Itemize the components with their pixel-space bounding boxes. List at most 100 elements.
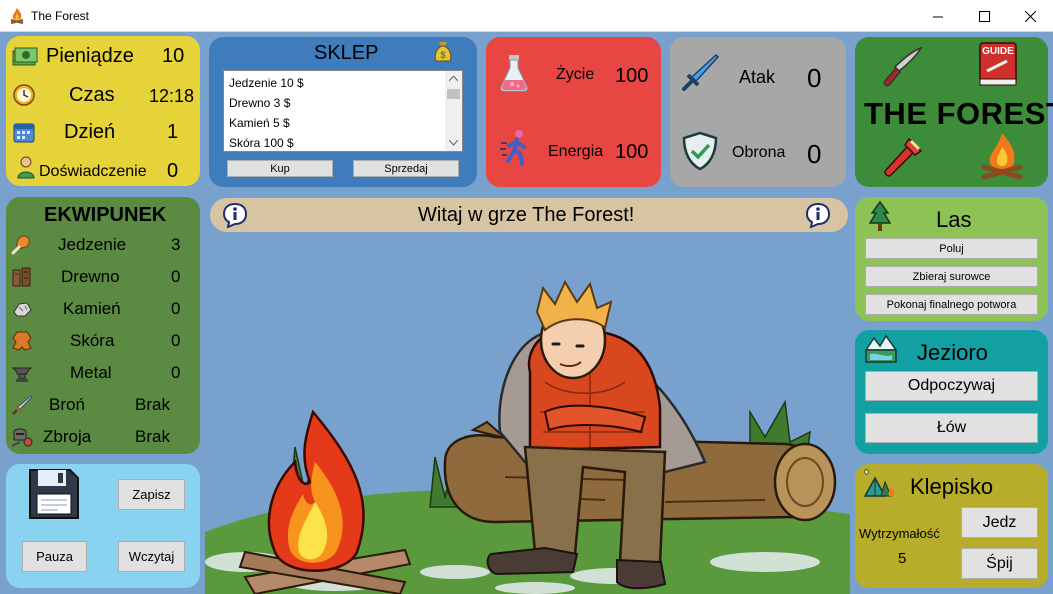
stamina-label: Wytrzymałość xyxy=(859,526,940,541)
calendar-icon xyxy=(13,123,35,143)
inventory-value-weapon: Brak xyxy=(135,395,170,414)
stats-panel: Pieniądze 10 Czas 12:18 Dzień 1 Doświadc… xyxy=(6,36,200,186)
energy-label: Energia xyxy=(548,143,604,160)
armor-icon xyxy=(11,428,33,447)
shop-listbox[interactable]: Jedzenie 10 $ Drewno 3 $ Kamień 5 $ Skór… xyxy=(223,70,463,152)
minimize-icon xyxy=(932,16,943,17)
wood-icon xyxy=(12,267,31,287)
experience-icon xyxy=(17,156,35,179)
xp-value: 0 xyxy=(167,160,179,182)
shop-panel: SKLEP $ Jedzenie 10 $ Drewno 3 $ Kamień … xyxy=(209,37,477,187)
flashlight-icon xyxy=(884,137,923,177)
inventory-title: EKWIPUNEK xyxy=(44,204,167,226)
camp-title: Klepisko xyxy=(910,474,994,499)
shop-item-food[interactable]: Jedzenie 10 $ xyxy=(229,76,304,90)
inventory-value-food: 3 xyxy=(171,235,181,254)
attack-label: Atak xyxy=(739,67,776,87)
inventory-label-weapon: Broń xyxy=(49,395,85,414)
info-left-icon[interactable] xyxy=(222,202,248,228)
stone-icon xyxy=(13,302,32,317)
sell-button[interactable]: Sprzedaj xyxy=(353,160,459,177)
guide-text: GUIDE xyxy=(982,46,1014,57)
gather-button[interactable]: Zbieraj surowce xyxy=(865,266,1038,287)
lake-panel: Jezioro Odpoczywaj Łów xyxy=(855,330,1048,454)
shield-icon xyxy=(682,131,718,171)
save-button[interactable]: Zapisz xyxy=(118,479,185,510)
scene-illustration xyxy=(205,232,850,594)
runner-icon xyxy=(500,130,526,166)
close-icon xyxy=(1024,10,1036,22)
sword-icon xyxy=(682,53,720,91)
inventory-label-armor: Zbroja xyxy=(43,427,92,446)
inventory-value-stone: 0 xyxy=(171,299,181,318)
lake-title: Jezioro xyxy=(917,340,988,365)
money-icon xyxy=(12,47,38,66)
shop-item-stone[interactable]: Kamień 5 $ xyxy=(229,116,290,130)
shop-scrollbar[interactable] xyxy=(445,71,462,151)
fish-button[interactable]: Łów xyxy=(865,413,1038,443)
defense-label: Obrona xyxy=(732,144,786,161)
pause-button[interactable]: Pauza xyxy=(22,541,87,572)
hunt-button[interactable]: Poluj xyxy=(865,238,1038,259)
vitals-panel: Życie 100 Energia 100 xyxy=(486,37,661,187)
maximize-button[interactable] xyxy=(961,0,1007,32)
camp-panel: Klepisko Wytrzymałość 5 Jedz Śpij xyxy=(855,464,1048,588)
attack-value: 0 xyxy=(807,63,822,93)
camp-icon xyxy=(863,469,895,497)
inventory-value-wood: 0 xyxy=(171,267,181,286)
life-value: 100 xyxy=(615,65,649,87)
weapon-icon xyxy=(12,395,33,415)
message-text: Witaj w grze The Forest! xyxy=(418,204,635,226)
scroll-up-icon[interactable] xyxy=(449,76,458,82)
system-panel: Zapisz Pauza Wczytaj xyxy=(6,464,200,588)
inventory-label-stone: Kamień xyxy=(63,299,121,318)
logo-text: THE FOREST xyxy=(864,96,1053,131)
inventory-value-metal: 0 xyxy=(171,363,181,382)
inventory-value-armor: Brak xyxy=(135,427,170,446)
final-boss-button[interactable]: Pokonaj finalnego potwora xyxy=(865,294,1038,315)
lake-icon xyxy=(864,334,898,363)
guide-book-icon: GUIDE xyxy=(979,42,1017,86)
inventory-label-wood: Drewno xyxy=(61,267,120,286)
close-button[interactable] xyxy=(1007,0,1053,32)
svg-text:$: $ xyxy=(440,50,445,60)
forest-title: Las xyxy=(936,207,972,232)
inventory-label-leather: Skóra xyxy=(70,331,115,350)
money-value: 10 xyxy=(162,45,185,67)
load-button[interactable]: Wczytaj xyxy=(118,541,185,572)
time-value: 12:18 xyxy=(149,86,195,106)
inventory-value-leather: 0 xyxy=(171,331,181,350)
shop-item-leather[interactable]: Skóra 100 $ xyxy=(229,136,294,150)
potion-icon xyxy=(500,55,528,92)
defense-value: 0 xyxy=(807,139,822,169)
shop-item-wood[interactable]: Drewno 3 $ xyxy=(229,96,290,110)
logo-panel: GUIDE THE FOREST xyxy=(855,37,1053,187)
eat-button[interactable]: Jedz xyxy=(961,507,1038,538)
money-bag-icon: $ xyxy=(434,42,452,62)
combat-panel: Atak 0 Obrona 0 xyxy=(670,37,846,187)
minimize-button[interactable] xyxy=(915,0,961,32)
leather-icon xyxy=(12,331,32,351)
xp-label: Doświadczenie xyxy=(39,163,147,180)
clock-icon xyxy=(13,84,35,106)
scroll-down-icon[interactable] xyxy=(449,140,458,146)
tree-icon xyxy=(869,201,891,231)
sleep-button[interactable]: Śpij xyxy=(961,548,1038,579)
message-bar: Witaj w grze The Forest! xyxy=(210,198,848,232)
campfire-icon xyxy=(10,8,24,25)
inventory-panel: EKWIPUNEK Jedzenie 3 Drewno 0 Kamień 0 S… xyxy=(6,197,200,454)
buy-button[interactable]: Kup xyxy=(227,160,333,177)
metal-icon xyxy=(11,367,33,382)
game-window: Pieniądze 10 Czas 12:18 Dzień 1 Doświadc… xyxy=(0,32,1053,594)
maximize-icon xyxy=(978,10,990,22)
inventory-label-food: Jedzenie xyxy=(58,235,127,254)
money-label: Pieniądze xyxy=(46,45,134,67)
scroll-thumb[interactable] xyxy=(447,89,460,99)
info-right-icon[interactable] xyxy=(805,202,831,228)
window-title: The Forest xyxy=(31,9,90,23)
shop-title: SKLEP xyxy=(314,42,379,64)
knife-icon xyxy=(883,46,923,87)
floppy-disk-icon xyxy=(29,469,79,519)
rest-button[interactable]: Odpoczywaj xyxy=(865,371,1038,401)
life-label: Życie xyxy=(556,66,595,83)
